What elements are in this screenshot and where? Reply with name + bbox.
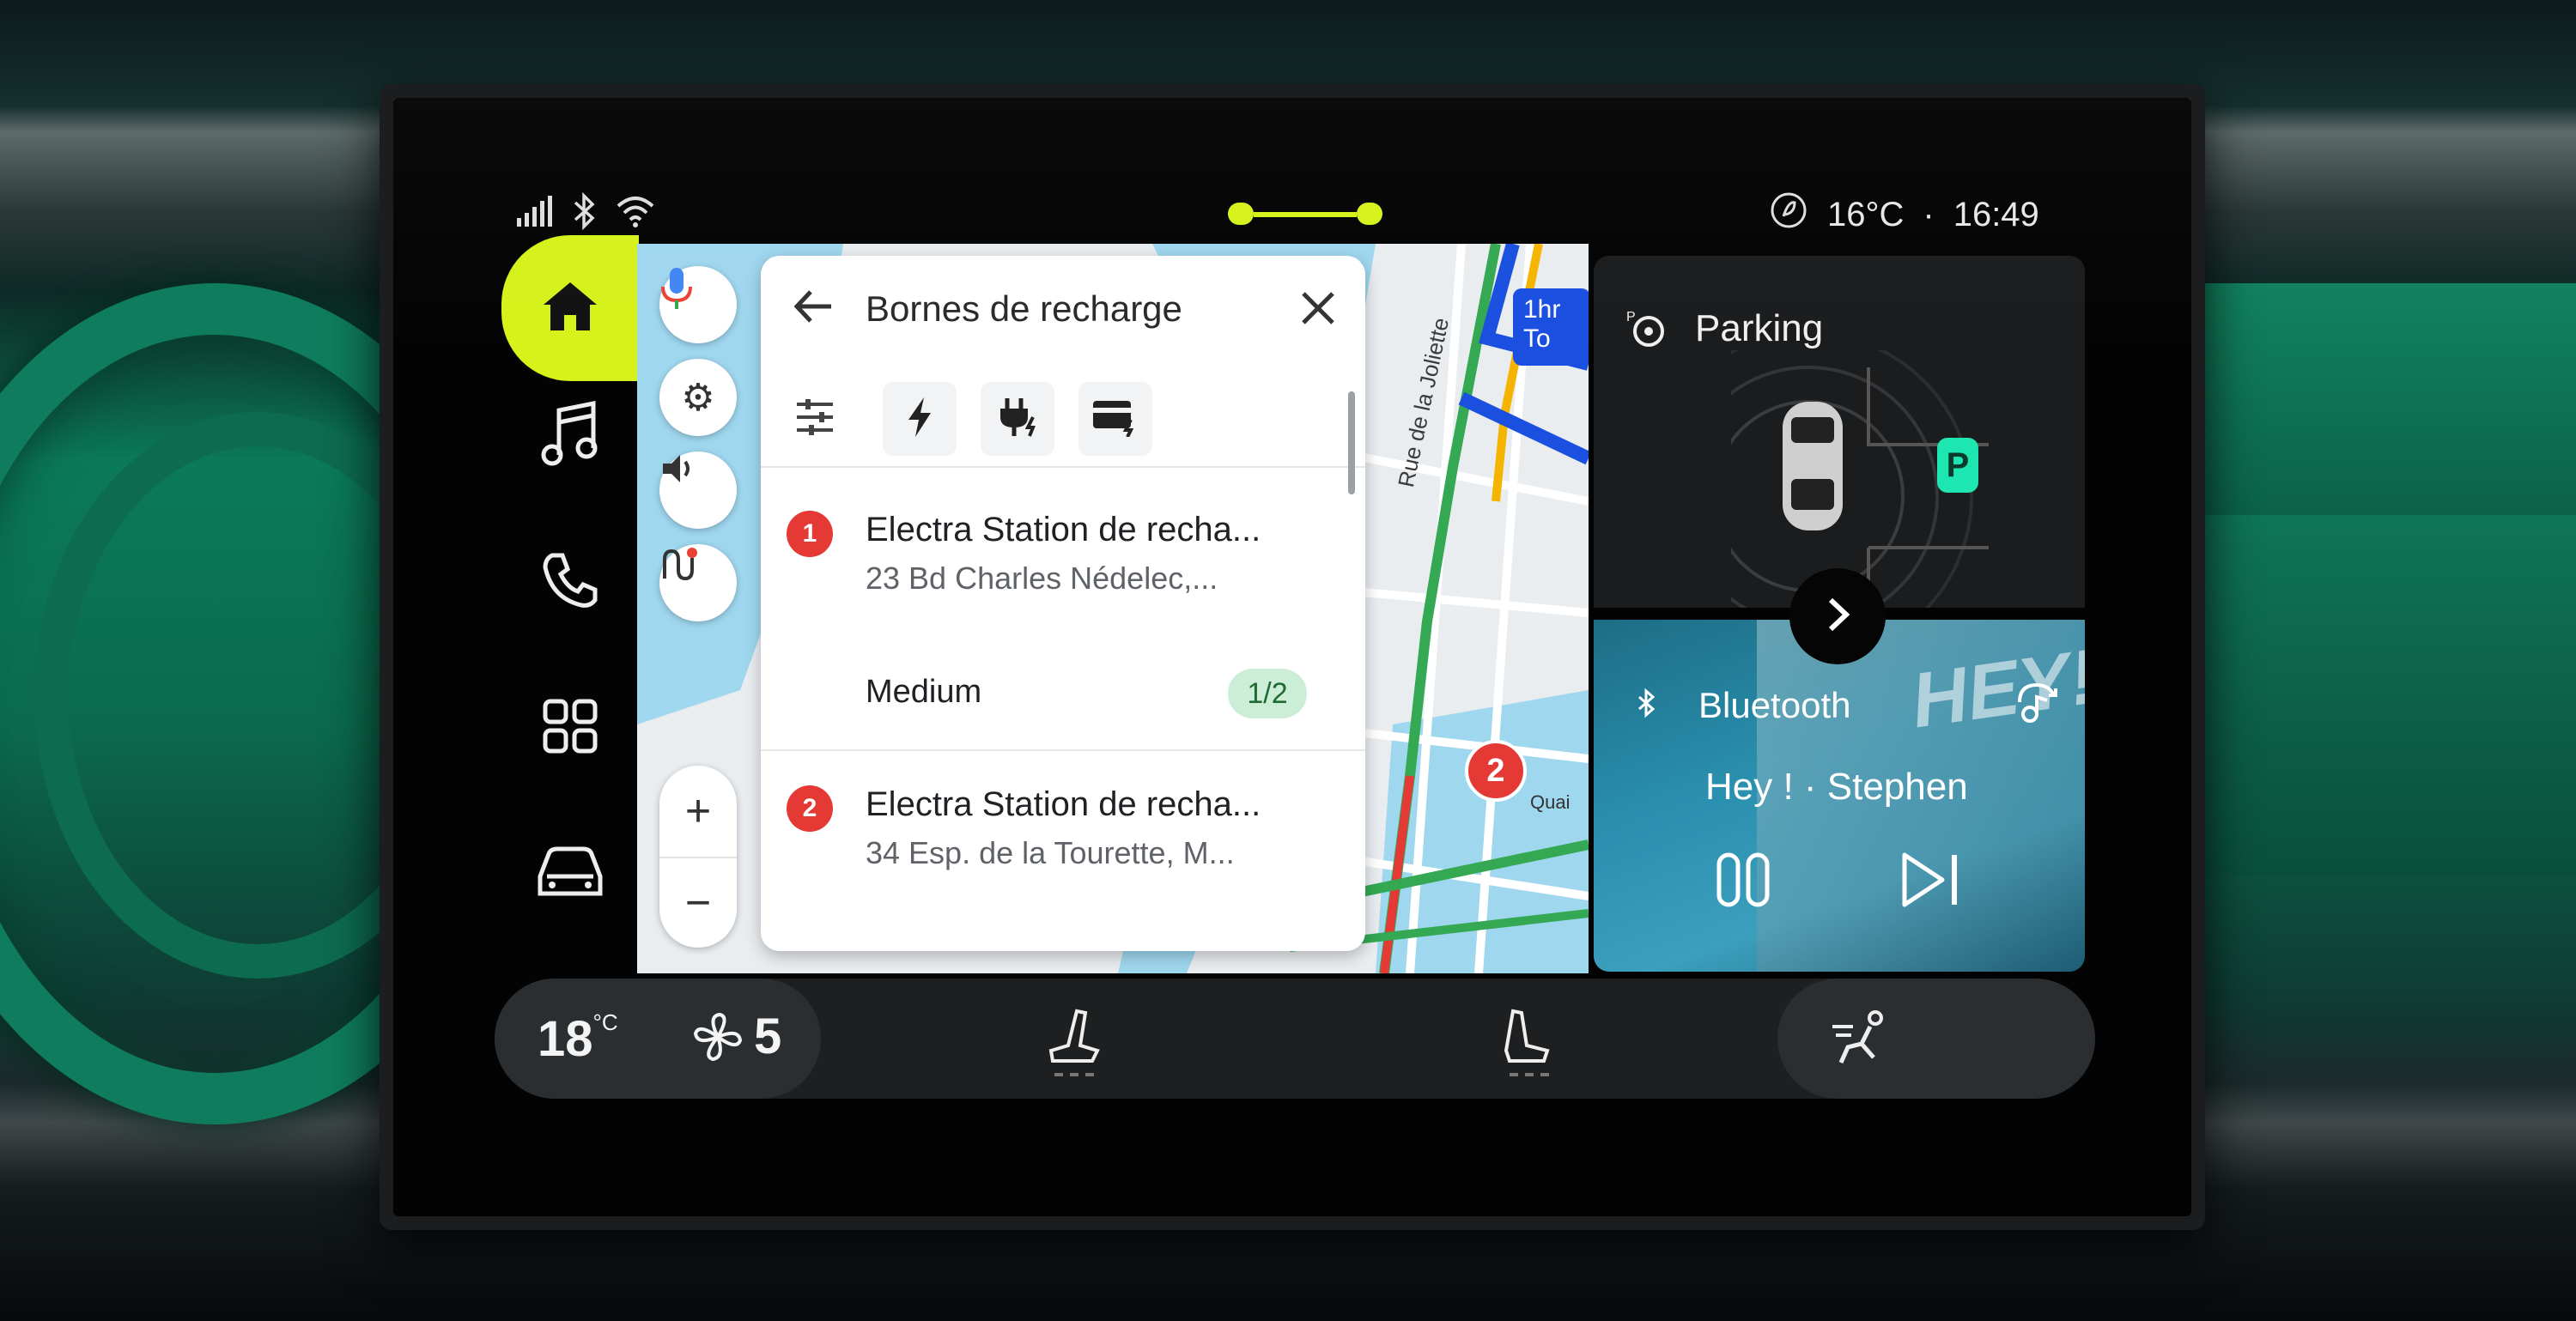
back-arrow-icon[interactable] xyxy=(792,285,835,332)
phone-icon xyxy=(540,550,600,624)
card-icon xyxy=(1091,397,1139,441)
music-note-icon xyxy=(540,400,600,482)
seat-heat-icon xyxy=(1504,1009,1550,1076)
status-right: 16°C · 16:49 xyxy=(1769,189,2039,240)
filter-payment[interactable] xyxy=(1078,382,1152,456)
gear-icon: ⚙ xyxy=(681,376,715,419)
eco-mode-icon xyxy=(1769,191,1808,239)
shuffle-music-icon[interactable] xyxy=(2011,676,2063,732)
result-number-badge: 2 xyxy=(787,785,833,832)
result-number-badge: 1 xyxy=(787,511,833,557)
climate-pill-left[interactable]: 18°C 5 xyxy=(495,979,821,1099)
fan-speed[interactable]: 5 xyxy=(690,1008,781,1065)
car-icon xyxy=(532,842,609,916)
zoom-out-button[interactable]: − xyxy=(659,858,737,948)
pause-button[interactable] xyxy=(1714,850,1774,914)
skip-next-icon xyxy=(1902,852,1957,907)
sidebar-item-home[interactable] xyxy=(501,235,639,381)
passenger-seat-heat-button[interactable] xyxy=(1494,1006,1563,1083)
parking-sensor-icon: P xyxy=(1626,307,1668,353)
list-item[interactable]: 2 Electra Station de recha... 34 Esp. de… xyxy=(761,751,1365,948)
availability-badge: 1/2 xyxy=(1228,669,1307,718)
media-source-label: Bluetooth xyxy=(1698,685,1851,725)
driver-seat-heat-button[interactable] xyxy=(1039,1006,1108,1083)
media-widget[interactable]: HEY! Bluetooth Hey ! · Stephen xyxy=(1594,620,2085,972)
sidebar-item-vehicle[interactable] xyxy=(501,827,639,930)
eta-label: 1hr xyxy=(1523,295,1561,324)
filter-chips xyxy=(761,372,1365,468)
cabin-temperature-unit: °C xyxy=(592,1009,618,1035)
panel-title: Bornes de recharge xyxy=(866,288,1182,329)
air-flow-icon[interactable] xyxy=(1829,1009,1891,1074)
result-name: Electra Station de recha... xyxy=(866,785,1261,823)
map-sound-button[interactable] xyxy=(659,451,737,529)
zoom-in-button[interactable]: + xyxy=(659,766,737,858)
apps-grid-icon xyxy=(542,698,598,768)
outside-temperature: 16°C xyxy=(1827,195,1905,233)
voice-search-button[interactable] xyxy=(659,266,737,343)
fan-level: 5 xyxy=(754,1009,782,1064)
app-sidebar xyxy=(501,235,639,939)
map-settings-button[interactable]: ⚙ xyxy=(659,359,737,436)
climate-pill-right[interactable] xyxy=(1777,979,2095,1099)
status-left xyxy=(515,189,656,240)
parking-widget[interactable]: P Parking P xyxy=(1594,256,2085,608)
svg-text:P: P xyxy=(1626,310,1636,324)
home-icon xyxy=(540,279,600,338)
charging-stations-panel: Bornes de recharge 1 Electra Station de … xyxy=(761,256,1365,951)
dashboard-trim-right xyxy=(2198,283,2576,515)
status-separator: · xyxy=(1923,195,1935,233)
seat-heat-icon xyxy=(1048,1009,1100,1076)
sidebar-item-phone[interactable] xyxy=(501,536,639,639)
sliders-icon xyxy=(793,399,836,442)
expand-widget-button[interactable] xyxy=(1789,568,1886,664)
signal-icon xyxy=(515,194,555,236)
filter-fast-charge[interactable] xyxy=(883,382,957,456)
eta-sub: To xyxy=(1523,324,1551,353)
filter-connector[interactable] xyxy=(981,382,1054,456)
filter-settings-button[interactable] xyxy=(793,396,836,443)
result-name: Electra Station de recha... xyxy=(866,511,1261,548)
route-options-button[interactable] xyxy=(659,544,737,621)
close-icon[interactable] xyxy=(1300,290,1336,330)
pause-icon xyxy=(1716,852,1770,907)
map-marker-label: 2 xyxy=(1486,752,1505,789)
next-track-button[interactable] xyxy=(1899,850,1965,914)
map-marker-2[interactable]: 2 xyxy=(1465,740,1527,802)
parking-sensor-visual xyxy=(1731,350,1989,608)
bluetooth-icon xyxy=(572,191,598,238)
eta-chip[interactable]: 1hr To xyxy=(1513,288,1589,366)
parking-spot-badge: P xyxy=(1937,438,1978,493)
track-title: Hey ! · Stephen xyxy=(1705,766,1968,808)
sidebar-item-music[interactable] xyxy=(501,390,639,493)
driver-profile-indicator[interactable] xyxy=(1228,203,1382,227)
clock: 16:49 xyxy=(1953,195,2039,233)
chevron-right-icon xyxy=(1820,595,1855,639)
cabin-temperature[interactable]: 18°C xyxy=(538,1009,618,1068)
list-item[interactable]: 1 Electra Station de recha... 23 Bd Char… xyxy=(761,475,1365,751)
plug-icon xyxy=(995,395,1040,444)
bluetooth-icon xyxy=(1637,688,1657,722)
lightning-icon xyxy=(905,396,934,443)
result-address: 23 Bd Charles Nédelec,... xyxy=(866,561,1218,596)
sidebar-item-apps[interactable] xyxy=(501,682,639,785)
wifi-icon xyxy=(615,194,656,236)
cabin-temperature-value: 18 xyxy=(538,1011,593,1067)
dashboard-trim-right-lower xyxy=(2198,515,2576,876)
zoom-control: + − xyxy=(659,766,737,948)
panel-header: Bornes de recharge xyxy=(761,256,1365,359)
parking-title: Parking xyxy=(1695,307,1824,349)
result-power-level: Medium xyxy=(866,674,982,710)
fan-icon xyxy=(693,1012,743,1061)
result-address: 34 Esp. de la Tourette, M... xyxy=(866,835,1235,870)
quai-label: Quai xyxy=(1530,791,1571,813)
